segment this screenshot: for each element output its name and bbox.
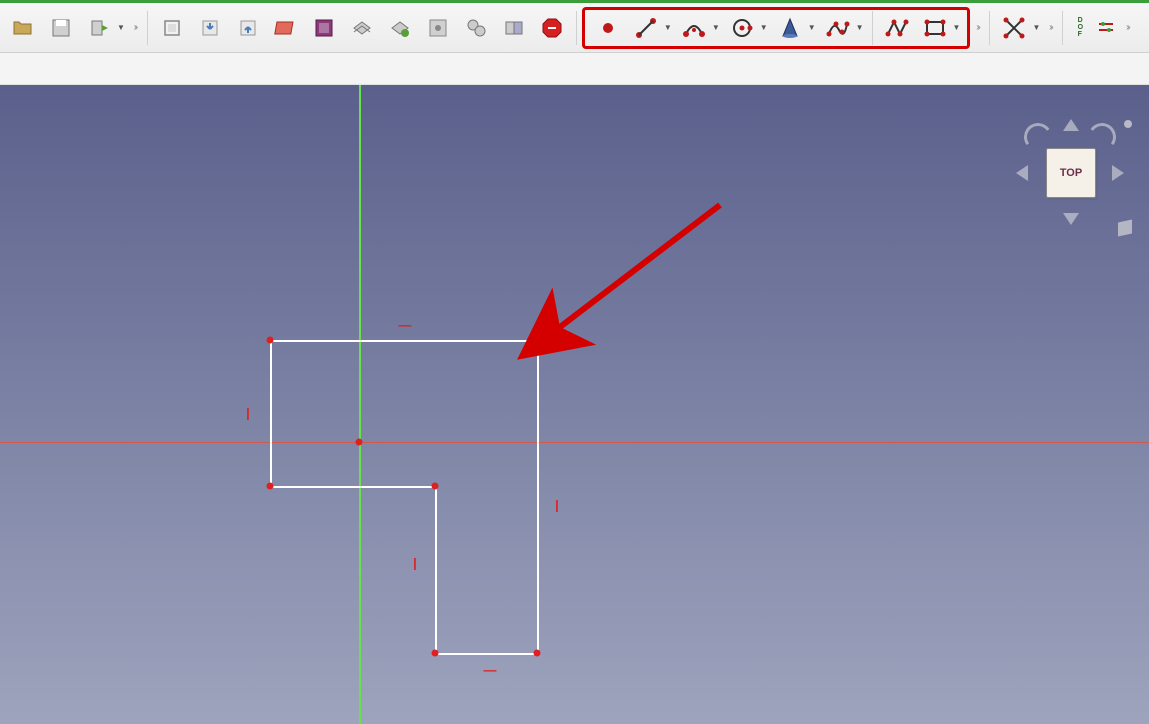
open-folder-button[interactable] [5,10,41,46]
viewport-3d[interactable]: — | | | — TOP [0,85,1149,724]
toolbar-overflow-1[interactable]: ›› [128,11,142,45]
sketch-edge[interactable] [270,486,435,488]
datum-plane-button[interactable] [268,10,304,46]
secondary-toolbar-row [0,53,1149,85]
create-arc-button[interactable] [676,10,712,46]
map-sketch-button[interactable] [344,10,380,46]
rectangle-dropdown-caret[interactable]: ▼ [953,23,961,32]
sketch-vertex[interactable] [534,650,541,657]
arc-dropdown-caret[interactable]: ▼ [712,23,720,32]
nav-cube-face[interactable]: TOP [1046,148,1096,198]
toolbar-overflow-2[interactable]: ›› [970,11,984,45]
nav-cube-face-label: TOP [1060,167,1082,179]
nav-cube-home[interactable] [1118,220,1132,237]
toolbar-overflow-4[interactable]: ›› [1120,11,1134,45]
sketch-edge[interactable] [435,486,437,653]
sketch-edge[interactable] [537,340,539,653]
constraint-filter-button[interactable] [1093,10,1119,46]
create-circle-button[interactable] [724,10,760,46]
nav-up[interactable] [1063,119,1079,131]
export-button[interactable] [81,10,117,46]
create-polyline-button[interactable] [879,10,915,46]
x-axis [0,442,1149,444]
navigation-cube[interactable]: TOP [1004,105,1134,235]
sketch-vertex[interactable] [267,337,274,344]
nav-right[interactable] [1112,165,1124,181]
create-bspline-button[interactable] [820,10,856,46]
export-part-button[interactable] [230,10,266,46]
constraint-settings-button[interactable] [420,10,456,46]
toolbar-overflow-3[interactable]: ›› [1043,11,1057,45]
conic-dropdown-caret[interactable]: ▼ [808,23,816,32]
export-dropdown-caret[interactable]: ▼ [117,23,125,32]
nav-cube-menu-dot[interactable] [1124,120,1132,128]
constraint-marker[interactable]: | [555,498,559,513]
sketch-edge[interactable] [435,653,537,655]
create-line-button[interactable] [628,10,664,46]
nav-left[interactable] [1016,165,1028,181]
constraint-marker[interactable]: — [399,318,412,333]
trim-dropdown-caret[interactable]: ▼ [1032,23,1040,32]
view-sketch-button[interactable] [496,10,532,46]
sketch-vertex[interactable] [356,439,363,446]
sketch-vertex[interactable] [534,337,541,344]
nav-down[interactable] [1063,213,1079,225]
sketch-vertex[interactable] [267,483,274,490]
main-toolbar: ▼ ›› ▼ [0,3,1149,53]
sketch-geometry-toolbar-highlight: ▼ ▼ ▼ ▼ ▼ ▼ [582,7,971,49]
gear-settings-button[interactable] [458,10,494,46]
create-body-button[interactable] [154,10,190,46]
sketch-edge[interactable] [270,340,537,342]
circle-dropdown-caret[interactable]: ▼ [760,23,768,32]
save-button[interactable] [43,10,79,46]
annotation-arrow [0,85,1149,724]
constraint-marker[interactable]: | [413,556,417,571]
sketch-plane-button[interactable] [306,10,342,46]
create-point-button[interactable] [590,10,626,46]
validate-button[interactable] [382,10,418,46]
create-conic-button[interactable] [772,10,808,46]
constraint-marker[interactable]: — [484,663,497,678]
line-dropdown-caret[interactable]: ▼ [664,23,672,32]
create-rectangle-button[interactable] [917,10,953,46]
dof-button[interactable]: DOF [1069,10,1091,46]
stop-button[interactable] [534,10,570,46]
import-button[interactable] [192,10,228,46]
sketch-edge[interactable] [270,340,272,486]
trim-button[interactable] [996,10,1032,46]
constraint-marker[interactable]: | [246,406,250,421]
bspline-dropdown-caret[interactable]: ▼ [856,23,864,32]
sketch-vertex[interactable] [432,483,439,490]
y-axis [359,85,362,724]
sketch-vertex[interactable] [432,650,439,657]
